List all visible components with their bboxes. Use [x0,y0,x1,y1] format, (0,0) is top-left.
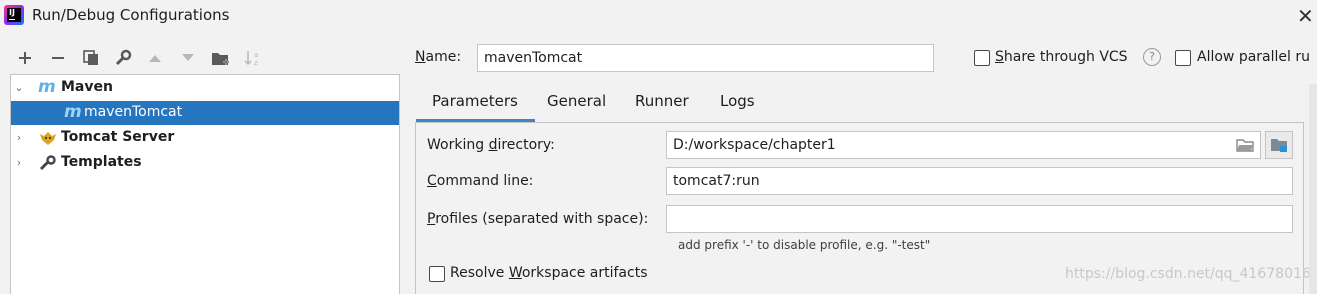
svg-text:z: z [254,59,258,67]
chevron-right-icon[interactable]: › [13,132,25,144]
command-line-label: Command line: [427,173,534,189]
tree-item-maven[interactable]: ⌄ m Maven [11,76,399,100]
tree-item-templates[interactable]: › Templates [11,151,399,175]
tab-general[interactable]: General [547,92,606,110]
tree-item-label: Templates [61,154,142,170]
close-icon[interactable]: ✕ [1297,6,1317,26]
vertical-scrollbar[interactable] [1309,84,1317,294]
chevron-down-icon[interactable]: ⌄ [13,82,25,94]
profiles-input[interactable] [666,205,1293,233]
move-down-icon [177,47,199,69]
working-directory-label: Working directory: [427,137,555,153]
share-vcs-label: Share through VCS [995,49,1128,65]
tab-runner[interactable]: Runner [635,92,689,110]
tree-item-maventomcat[interactable]: m mavenTomcat [11,101,399,125]
resolve-workspace-checkbox[interactable] [429,266,445,282]
tree-item-tomcat-server[interactable]: › Tomcat Server [11,126,399,150]
name-input[interactable]: mavenTomcat [477,44,934,72]
tab-logs[interactable]: Logs [720,92,755,110]
help-icon[interactable]: ? [1143,48,1161,66]
tab-parameters[interactable]: Parameters [432,92,518,110]
browse-macros-button[interactable] [1265,131,1293,159]
copy-icon[interactable] [80,47,102,69]
profiles-label: Profiles (separated with space): [427,211,649,227]
intellij-logo-icon: IJ [4,5,24,25]
folder-macro-icon [1271,139,1287,152]
move-up-icon [144,47,166,69]
window-title: Run/Debug Configurations [32,6,230,24]
new-folder-icon[interactable] [210,47,232,69]
profiles-hint: add prefix '-' to disable profile, e.g. … [678,238,931,252]
working-directory-input[interactable]: D:/workspace/chapter1 [666,131,1261,159]
wrench-icon [39,155,57,175]
remove-icon[interactable] [47,47,69,69]
command-line-input[interactable]: tomcat7:run [666,167,1293,195]
maven-icon: m [64,102,82,122]
tree-item-label: Tomcat Server [61,129,175,145]
configuration-tree[interactable]: ⌄ m Maven m mavenTomcat › Tomcat Server … [10,74,400,294]
maven-icon: m [38,77,56,97]
wrench-icon[interactable] [112,47,134,69]
allow-parallel-checkbox[interactable] [1175,50,1191,66]
resolve-workspace-label: Resolve Workspace artifacts [450,265,648,281]
working-directory-value: D:/workspace/chapter1 [673,137,836,153]
name-label: Name: [415,49,462,65]
add-icon[interactable] [14,47,36,69]
share-vcs-checkbox[interactable] [974,50,990,66]
allow-parallel-label: Allow parallel ru [1197,49,1310,65]
folder-open-icon[interactable] [1236,138,1254,156]
tree-item-label: mavenTomcat [84,104,183,120]
sort-icon: az [243,47,265,69]
tree-item-label: Maven [61,79,113,95]
svg-text:a: a [254,51,258,59]
watermark: https://blog.csdn.net/qq_41678016 [1065,266,1311,282]
tomcat-icon [39,130,57,150]
chevron-right-icon[interactable]: › [13,157,25,169]
